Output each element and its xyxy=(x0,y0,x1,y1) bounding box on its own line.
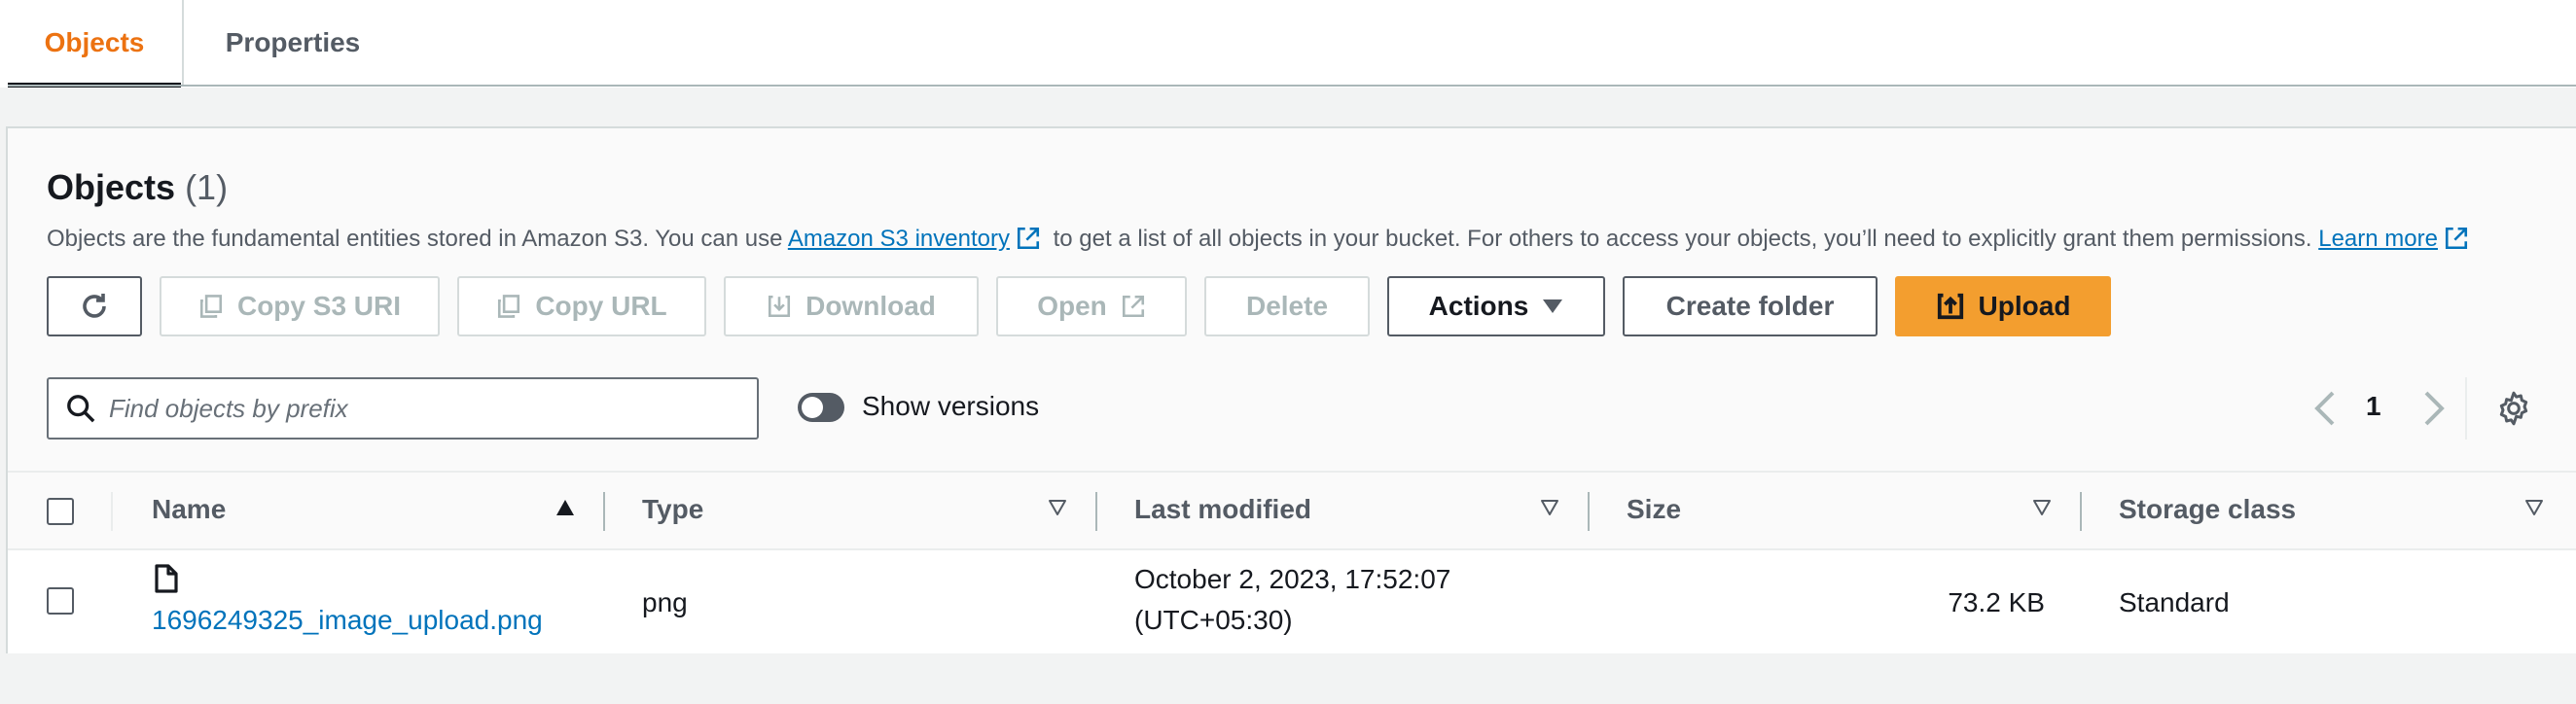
column-header-last-modified[interactable]: Last modified xyxy=(1134,494,1311,525)
object-name-link[interactable]: 1696249325_image_upload.png xyxy=(152,605,543,636)
row-checkbox[interactable] xyxy=(47,587,74,615)
learn-more-link[interactable]: Learn more xyxy=(2318,226,2438,252)
object-last-modified-date: October 2, 2023, 17:52:07 xyxy=(1134,564,1451,594)
description-text-middle: to get a list of all objects in your buc… xyxy=(1053,226,2312,252)
chevron-right-icon[interactable] xyxy=(2420,389,2448,428)
copy-url-label: Copy URL xyxy=(535,291,667,321)
column-header-name[interactable]: Name xyxy=(152,494,226,525)
show-versions-toggle[interactable] xyxy=(798,393,844,422)
column-header-storage-class[interactable]: Storage class xyxy=(2119,494,2296,525)
search-box xyxy=(47,377,759,440)
upload-icon xyxy=(1937,293,1963,320)
caret-down-icon xyxy=(1543,299,1563,313)
s3-inventory-link[interactable]: Amazon S3 inventory xyxy=(788,226,1010,252)
download-label: Download xyxy=(805,291,936,321)
open-label: Open xyxy=(1037,291,1107,321)
sort-icon[interactable] xyxy=(2523,498,2545,517)
table-header: Name Type Last modified Size Storage cla… xyxy=(8,471,2576,550)
delete-label: Delete xyxy=(1245,291,1329,321)
refresh-button[interactable] xyxy=(47,276,142,336)
actions-label: Actions xyxy=(1428,291,1529,321)
upload-button[interactable]: Upload xyxy=(1895,276,2111,336)
pager-divider xyxy=(2465,377,2467,440)
external-link-icon xyxy=(1122,295,1144,318)
toggle-knob xyxy=(802,397,823,418)
object-type: png xyxy=(642,587,688,617)
external-link-icon xyxy=(2445,227,2468,250)
column-separator xyxy=(1588,492,1590,531)
download-button[interactable]: Download xyxy=(724,276,979,336)
object-size: 73.2 KB xyxy=(1948,587,2045,617)
tab-properties-label: Properties xyxy=(225,27,361,57)
objects-panel: Objects (1) Objects are the fundamental … xyxy=(6,126,2576,653)
copy-s3-uri-label: Copy S3 URI xyxy=(236,291,402,321)
chevron-left-icon[interactable] xyxy=(2311,389,2339,428)
object-last-modified-timezone: (UTC+05:30) xyxy=(1134,605,1293,635)
search-input[interactable] xyxy=(109,393,732,424)
column-separator xyxy=(2080,492,2082,531)
upload-label: Upload xyxy=(1978,291,2071,321)
column-separator xyxy=(603,492,605,531)
object-storage-class: Standard xyxy=(2119,587,2230,617)
copy-icon xyxy=(199,295,223,318)
panel-description: Objects are the fundamental entities sto… xyxy=(47,226,2475,253)
sort-ascending-icon[interactable] xyxy=(555,498,576,517)
actions-dropdown[interactable]: Actions xyxy=(1387,276,1605,336)
gear-icon[interactable] xyxy=(2494,389,2533,428)
description-text-start: Objects are the fundamental entities sto… xyxy=(47,226,783,252)
column-separator xyxy=(111,492,113,531)
refresh-icon xyxy=(83,294,106,318)
file-icon xyxy=(155,564,178,593)
table-row[interactable]: 1696249325_image_upload.png png October … xyxy=(8,550,2576,653)
tab-bar: Objects Properties xyxy=(0,0,2576,88)
panel-title: Objects (1) xyxy=(47,167,228,208)
sort-icon[interactable] xyxy=(1047,498,1068,517)
select-all-checkbox[interactable] xyxy=(47,498,74,525)
object-count: (1) xyxy=(185,167,229,207)
open-button[interactable]: Open xyxy=(996,276,1187,336)
column-header-type[interactable]: Type xyxy=(642,494,703,525)
show-versions-label: Show versions xyxy=(862,391,1040,421)
search-icon xyxy=(67,395,95,423)
download-icon xyxy=(769,295,791,318)
tab-properties[interactable]: Properties xyxy=(185,0,401,86)
column-header-size[interactable]: Size xyxy=(1627,494,1681,525)
copy-icon xyxy=(498,295,520,318)
create-folder-label: Create folder xyxy=(1665,291,1835,321)
page-number[interactable]: 1 xyxy=(2366,391,2381,422)
tab-bar-rule xyxy=(8,85,2576,87)
create-folder-button[interactable]: Create folder xyxy=(1623,276,1878,336)
panel-title-text: Objects xyxy=(47,167,176,207)
tab-divider xyxy=(182,0,184,86)
delete-button[interactable]: Delete xyxy=(1204,276,1370,336)
tab-objects-label: Objects xyxy=(44,27,145,57)
external-link-icon xyxy=(1017,227,1040,250)
copy-url-button[interactable]: Copy URL xyxy=(457,276,706,336)
copy-s3-uri-button[interactable]: Copy S3 URI xyxy=(160,276,440,336)
sort-icon[interactable] xyxy=(1539,498,1560,517)
tab-objects[interactable]: Objects xyxy=(8,0,181,88)
column-separator xyxy=(1095,492,1097,531)
sort-icon[interactable] xyxy=(2031,498,2053,517)
